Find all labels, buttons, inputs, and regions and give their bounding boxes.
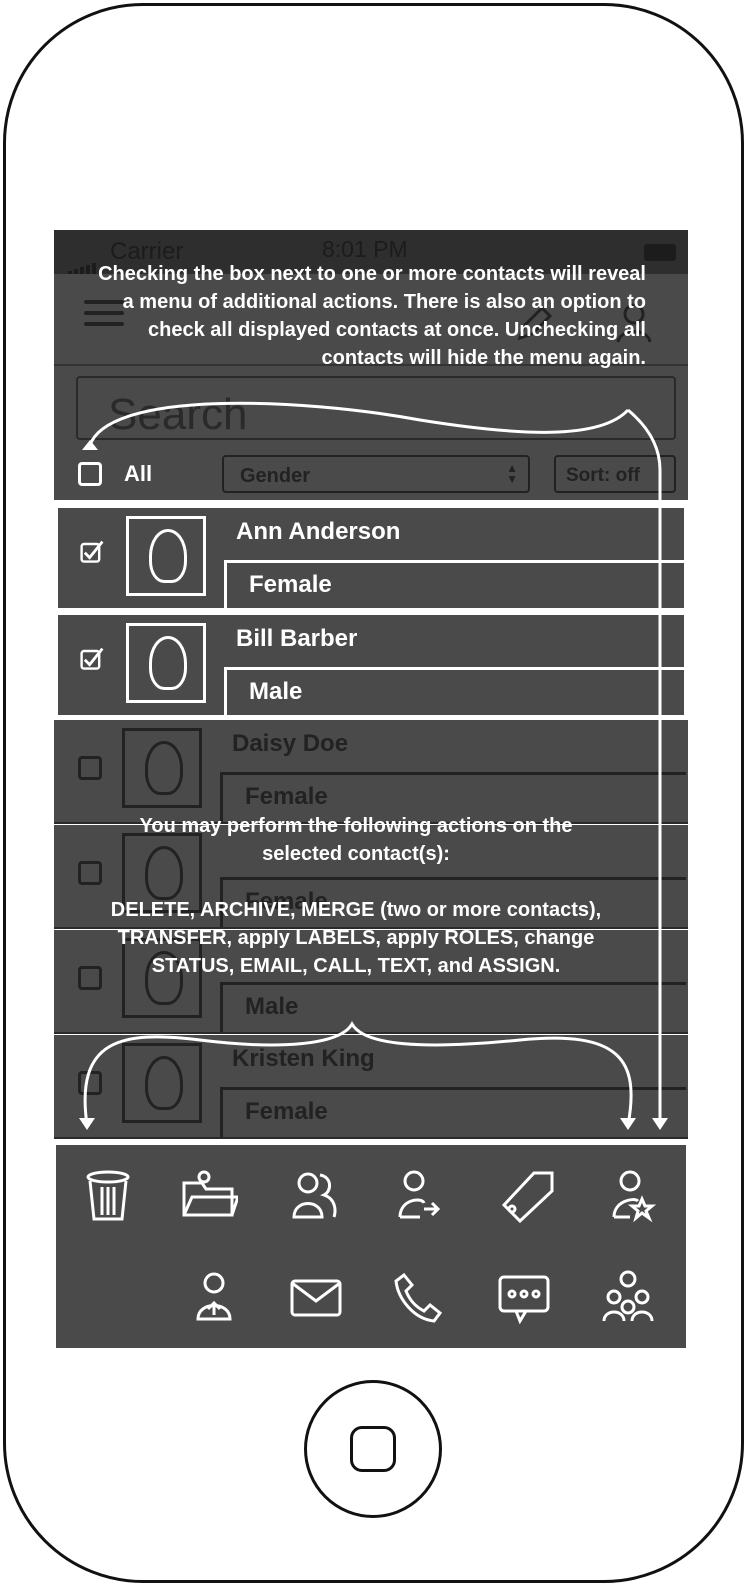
annotation-top: Checking the box next to one or more con… <box>98 263 646 369</box>
text-message-icon <box>498 1275 550 1325</box>
select-all-label: All <box>124 461 153 486</box>
search-bar: Search <box>54 364 688 450</box>
gender-select-value: Gender <box>240 465 311 487</box>
select-all-checkbox[interactable] <box>78 462 102 486</box>
search-placeholder: Search <box>108 390 248 439</box>
sort-button[interactable]: Sort: off <box>554 455 676 493</box>
person-icon <box>145 741 183 795</box>
assign-button[interactable] <box>600 1269 656 1325</box>
avatar <box>126 516 206 596</box>
trash-icon <box>86 1170 130 1221</box>
email-icon <box>290 1279 342 1317</box>
person-icon <box>149 636 187 690</box>
call-button[interactable] <box>390 1269 446 1325</box>
home-square-icon <box>350 1426 396 1472</box>
merge-icon <box>292 1172 337 1219</box>
person-icon <box>145 1056 183 1110</box>
contact-row[interactable]: Bill Barber Male <box>56 613 690 717</box>
assign-group-icon <box>602 1270 654 1322</box>
archive-button[interactable] <box>182 1167 241 1223</box>
email-button[interactable] <box>288 1269 344 1325</box>
label-button[interactable] <box>500 1167 556 1224</box>
search-input[interactable]: Search <box>76 376 676 440</box>
avatar <box>122 728 202 808</box>
merge-button[interactable] <box>286 1167 342 1223</box>
transfer-icon <box>398 1170 441 1219</box>
checked-checkbox-icon[interactable] <box>80 647 104 671</box>
avatar <box>122 1043 202 1123</box>
contact-row[interactable]: Daisy Doe Female <box>54 720 688 824</box>
contact-name: Daisy Doe <box>232 730 349 757</box>
call-phone-icon <box>394 1272 443 1323</box>
avatar <box>126 623 206 703</box>
role-star-icon <box>612 1170 657 1223</box>
contact-row[interactable]: Kristen King Female <box>54 1035 688 1139</box>
delete-button[interactable] <box>80 1167 136 1223</box>
home-button[interactable] <box>304 1380 442 1518</box>
contact-name: Bill Barber <box>236 625 358 652</box>
annotation-bottom-intro: You may perform the following actions on… <box>139 815 573 865</box>
row-checkbox[interactable] <box>78 756 102 780</box>
contact-gender: Female <box>220 1087 686 1137</box>
filter-bar: All Gender ▲ ▼ Sort: off <box>54 448 688 500</box>
battery-icon <box>644 244 676 261</box>
bulk-action-bar <box>56 1145 686 1348</box>
contact-gender: Female <box>224 560 690 610</box>
row-checkbox[interactable] <box>78 966 102 990</box>
contact-name: Kristen King <box>232 1045 375 1072</box>
status-time: 8:01 PM <box>322 236 408 262</box>
annotation-bottom-actions: DELETE, ARCHIVE, MERGE (two or more cont… <box>110 899 602 977</box>
contact-gender: Male <box>220 982 686 1032</box>
checked-checkbox-icon[interactable] <box>80 540 104 564</box>
archive-folder-icon <box>182 1170 241 1217</box>
row-checkbox[interactable] <box>78 861 102 885</box>
transfer-button[interactable] <box>390 1167 446 1223</box>
label-tag-icon <box>501 1171 554 1224</box>
text-button[interactable] <box>496 1269 552 1325</box>
select-caret-icon: ▲ ▼ <box>506 461 518 486</box>
contact-row[interactable]: Ann Anderson Female <box>56 506 690 610</box>
person-icon <box>149 529 187 583</box>
role-button[interactable] <box>604 1167 660 1223</box>
status-icon <box>196 1272 232 1321</box>
row-checkbox[interactable] <box>78 1071 102 1095</box>
contact-name: Ann Anderson <box>236 518 401 545</box>
annotation-bottom: You may perform the following actions on… <box>110 812 602 980</box>
status-button[interactable] <box>186 1269 242 1325</box>
contact-gender: Male <box>224 667 690 717</box>
gender-select[interactable]: Gender ▲ ▼ <box>222 455 530 493</box>
